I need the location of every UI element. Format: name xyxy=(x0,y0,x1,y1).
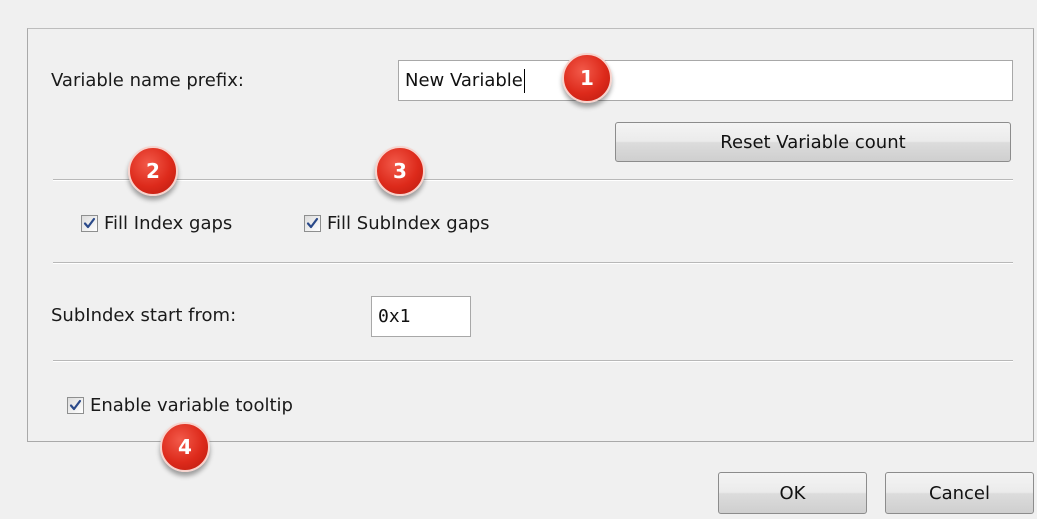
text-caret xyxy=(523,68,525,93)
variable-prefix-label: Variable name prefix: xyxy=(51,70,244,91)
callout-badge-3: 3 xyxy=(375,146,425,196)
separator-2 xyxy=(53,262,1013,264)
fill-index-gaps-checkbox[interactable]: Fill Index gaps xyxy=(81,213,232,234)
enable-variable-tooltip-checkbox[interactable]: Enable variable tooltip xyxy=(67,395,293,416)
subindex-start-value: 0x1 xyxy=(378,306,411,327)
callout-badge-4: 4 xyxy=(160,422,210,472)
subindex-start-label: SubIndex start from: xyxy=(51,305,237,326)
checkbox-checked-icon[interactable] xyxy=(81,215,98,232)
fill-subindex-gaps-label: Fill SubIndex gaps xyxy=(327,213,490,234)
reset-variable-count-button[interactable]: Reset Variable count xyxy=(615,122,1011,162)
separator-3 xyxy=(53,360,1013,362)
checkbox-checked-icon[interactable] xyxy=(304,215,321,232)
fill-subindex-gaps-checkbox[interactable]: Fill SubIndex gaps xyxy=(304,213,490,234)
callout-badge-2: 2 xyxy=(128,146,178,196)
callout-badge-1: 1 xyxy=(562,53,612,103)
variable-prefix-value: New Variable xyxy=(405,70,523,91)
variable-prefix-input[interactable]: New Variable xyxy=(398,60,1013,101)
subindex-start-input[interactable]: 0x1 xyxy=(371,296,471,337)
cancel-button[interactable]: Cancel xyxy=(885,472,1034,514)
separator-1 xyxy=(53,179,1013,181)
checkbox-checked-icon[interactable] xyxy=(67,397,84,414)
ok-button[interactable]: OK xyxy=(718,472,867,514)
fill-index-gaps-label: Fill Index gaps xyxy=(104,213,233,234)
enable-variable-tooltip-label: Enable variable tooltip xyxy=(90,395,293,416)
